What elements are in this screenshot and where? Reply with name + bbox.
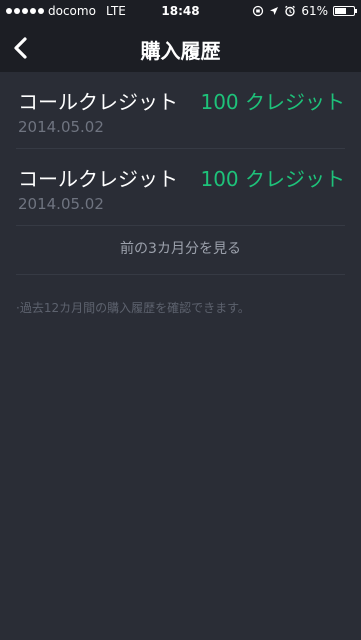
status-bar: docomo LTE 18:48 61% [0,0,361,22]
history-note: ·過去12カ月間の購入履歴を確認できます。 [16,301,250,315]
navigation-bar: 購入履歴 [0,22,361,72]
orientation-lock-icon [253,5,264,17]
battery-icon [333,6,357,16]
list-item: コールクレジット 100 クレジット 2014.05.02 [16,149,345,226]
item-date: 2014.05.02 [18,118,104,136]
alarm-icon [285,5,296,17]
purchase-history-screen: docomo LTE 18:48 61% 購入履歴 コールクレジット 100 ク… [0,0,361,640]
battery-percent: 61% [301,4,328,18]
history-list: コールクレジット 100 クレジット 2014.05.02 コールクレジット 1… [0,72,361,316]
status-right: 61% [252,4,357,18]
item-name: コールクレジット [18,167,178,191]
item-credit: 100 クレジット [200,90,345,114]
item-name: コールクレジット [18,90,178,114]
page-title: 購入履歴 [140,39,221,63]
list-item: コールクレジット 100 クレジット 2014.05.02 [16,72,345,149]
item-credit: 100 クレジット [200,167,345,191]
location-arrow-icon [270,7,279,15]
item-date: 2014.05.02 [18,195,104,213]
view-previous-3-months-button[interactable]: 前の3カ月分を見る [16,226,345,275]
battery-level-fill [335,8,346,14]
